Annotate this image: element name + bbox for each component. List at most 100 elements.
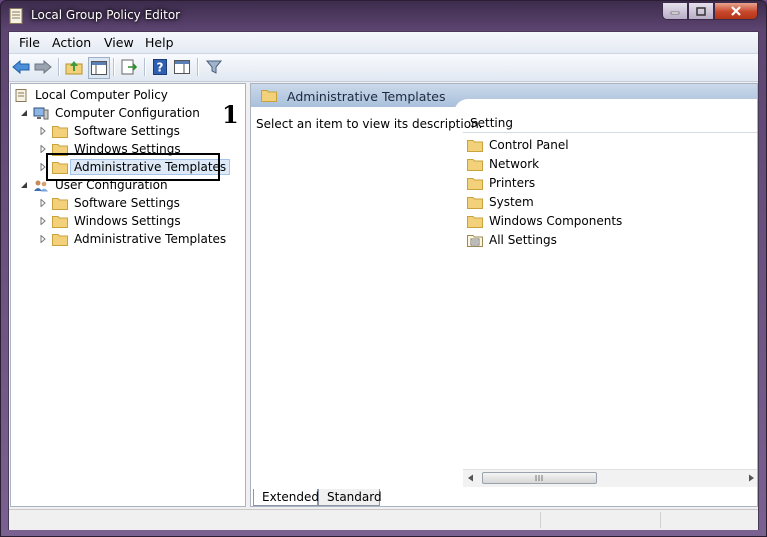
list-item-label: Windows Components (489, 214, 623, 228)
list-item-label: All Settings (489, 233, 557, 247)
forward-button[interactable] (33, 57, 53, 77)
callout-highlight-box (46, 153, 220, 181)
status-bar (9, 509, 758, 530)
action-pane-icon (174, 60, 190, 74)
folder-icon (52, 215, 68, 228)
export-list-button[interactable] (119, 57, 139, 77)
back-button[interactable] (11, 57, 31, 77)
toolbar: ? (9, 54, 758, 82)
tree-item-label: Software Settings (74, 124, 180, 138)
caption-buttons (662, 2, 758, 22)
help-icon: ? (153, 59, 167, 75)
list-item-label: Printers (489, 176, 536, 190)
all-settings-icon (467, 234, 483, 247)
toolbar-separator (197, 58, 199, 76)
show-hide-console-tree-button[interactable] (88, 57, 110, 79)
tree-item-user-windows-settings[interactable]: Windows Settings (38, 212, 181, 230)
back-arrow-icon (12, 60, 30, 74)
folder-icon (52, 125, 68, 138)
up-one-level-button[interactable] (64, 57, 84, 77)
status-cell (540, 512, 661, 528)
maximize-icon (696, 6, 706, 16)
tree-root-label: Local Computer Policy (35, 88, 168, 102)
horizontal-scrollbar[interactable] (463, 469, 757, 487)
scroll-right-icon[interactable] (747, 474, 755, 482)
tab-label: Extended (262, 490, 319, 504)
toolbar-separator (58, 58, 60, 76)
tab-extended[interactable]: Extended (253, 489, 319, 506)
tree-item-label: Software Settings (74, 196, 180, 210)
tree-item-computer-configuration[interactable]: Computer Configuration (19, 104, 200, 122)
settings-list: Setting Control Panel Network Printers S… (463, 114, 757, 506)
folder-icon (467, 139, 483, 152)
tree-item-label: Windows Settings (74, 214, 181, 228)
show-action-pane-button[interactable] (172, 57, 192, 77)
folder-icon (52, 197, 68, 210)
column-header-label: Setting (470, 116, 513, 130)
close-icon (731, 6, 741, 16)
tree-root[interactable]: Local Computer Policy (13, 86, 168, 104)
description-prompt: Select an item to view its description. (256, 117, 483, 131)
folder-icon (467, 196, 483, 209)
scrollbar-thumb[interactable] (482, 472, 597, 484)
folder-up-icon (65, 61, 83, 75)
menu-action[interactable]: Action (52, 35, 91, 50)
menu-bar: File Action View Help (9, 32, 758, 54)
status-cell (660, 512, 757, 528)
folder-icon (467, 177, 483, 190)
help-button[interactable]: ? (150, 57, 170, 77)
expand-arrow-icon[interactable] (38, 126, 48, 136)
tab-standard[interactable]: Standard (318, 489, 382, 506)
collapse-arrow-icon[interactable] (19, 180, 29, 190)
list-item-printers[interactable]: Printers (467, 174, 535, 192)
grip-icon (535, 475, 543, 481)
folder-icon (261, 90, 277, 102)
folder-icon (467, 215, 483, 228)
menu-help[interactable]: Help (145, 35, 174, 50)
tree-item-computer-software-settings[interactable]: Software Settings (38, 122, 180, 140)
details-pane: Administrative Templates Select an item … (250, 83, 758, 507)
tree-item-user-software-settings[interactable]: Software Settings (38, 194, 180, 212)
tree-item-label: Administrative Templates (74, 232, 227, 246)
menu-file[interactable]: File (19, 35, 40, 50)
details-header-title: Administrative Templates (287, 89, 446, 104)
expand-arrow-icon[interactable] (38, 198, 48, 208)
app-window: Local Group Policy Editor File Action Vi… (0, 0, 767, 537)
window-title: Local Group Policy Editor (31, 8, 181, 22)
scroll-left-icon[interactable] (467, 474, 475, 482)
folder-icon (52, 233, 68, 246)
list-item-all-settings[interactable]: All Settings (467, 231, 557, 249)
export-list-icon (121, 59, 137, 75)
title-bar[interactable]: Local Group Policy Editor (1, 1, 766, 31)
list-item-label: System (489, 195, 534, 209)
tree-item-label: Computer Configuration (55, 106, 200, 120)
forward-arrow-icon (34, 60, 52, 74)
list-item-label: Network (489, 157, 540, 171)
toolbar-separator (113, 58, 115, 76)
tree-item-user-administrative-templates[interactable]: Administrative Templates (38, 230, 226, 248)
policy-document-icon (9, 8, 23, 24)
expand-arrow-icon[interactable] (38, 234, 48, 244)
close-button[interactable] (714, 2, 758, 20)
collapse-arrow-icon[interactable] (19, 108, 29, 118)
list-item-label: Control Panel (489, 138, 569, 152)
list-item-network[interactable]: Network (467, 155, 539, 173)
svg-text:?: ? (157, 61, 164, 75)
callout-number: 1 (222, 100, 239, 129)
console-tree-icon (91, 61, 107, 75)
folder-icon (467, 158, 483, 171)
column-header-setting[interactable]: Setting (463, 114, 757, 133)
computer-icon (33, 107, 49, 119)
list-item-control-panel[interactable]: Control Panel (467, 136, 569, 154)
policy-document-icon (15, 88, 27, 102)
expand-arrow-icon[interactable] (38, 216, 48, 226)
minimize-button[interactable] (662, 2, 688, 20)
list-item-system[interactable]: System (467, 193, 534, 211)
list-item-windows-components[interactable]: Windows Components (467, 212, 622, 230)
filter-button[interactable] (204, 57, 224, 77)
client-area: File Action View Help ? Local Computer P… (8, 31, 759, 530)
maximize-button[interactable] (688, 2, 714, 20)
filter-icon (206, 60, 222, 74)
menu-view[interactable]: View (104, 35, 134, 50)
console-tree: Local Computer Policy Computer Configura… (10, 83, 246, 507)
